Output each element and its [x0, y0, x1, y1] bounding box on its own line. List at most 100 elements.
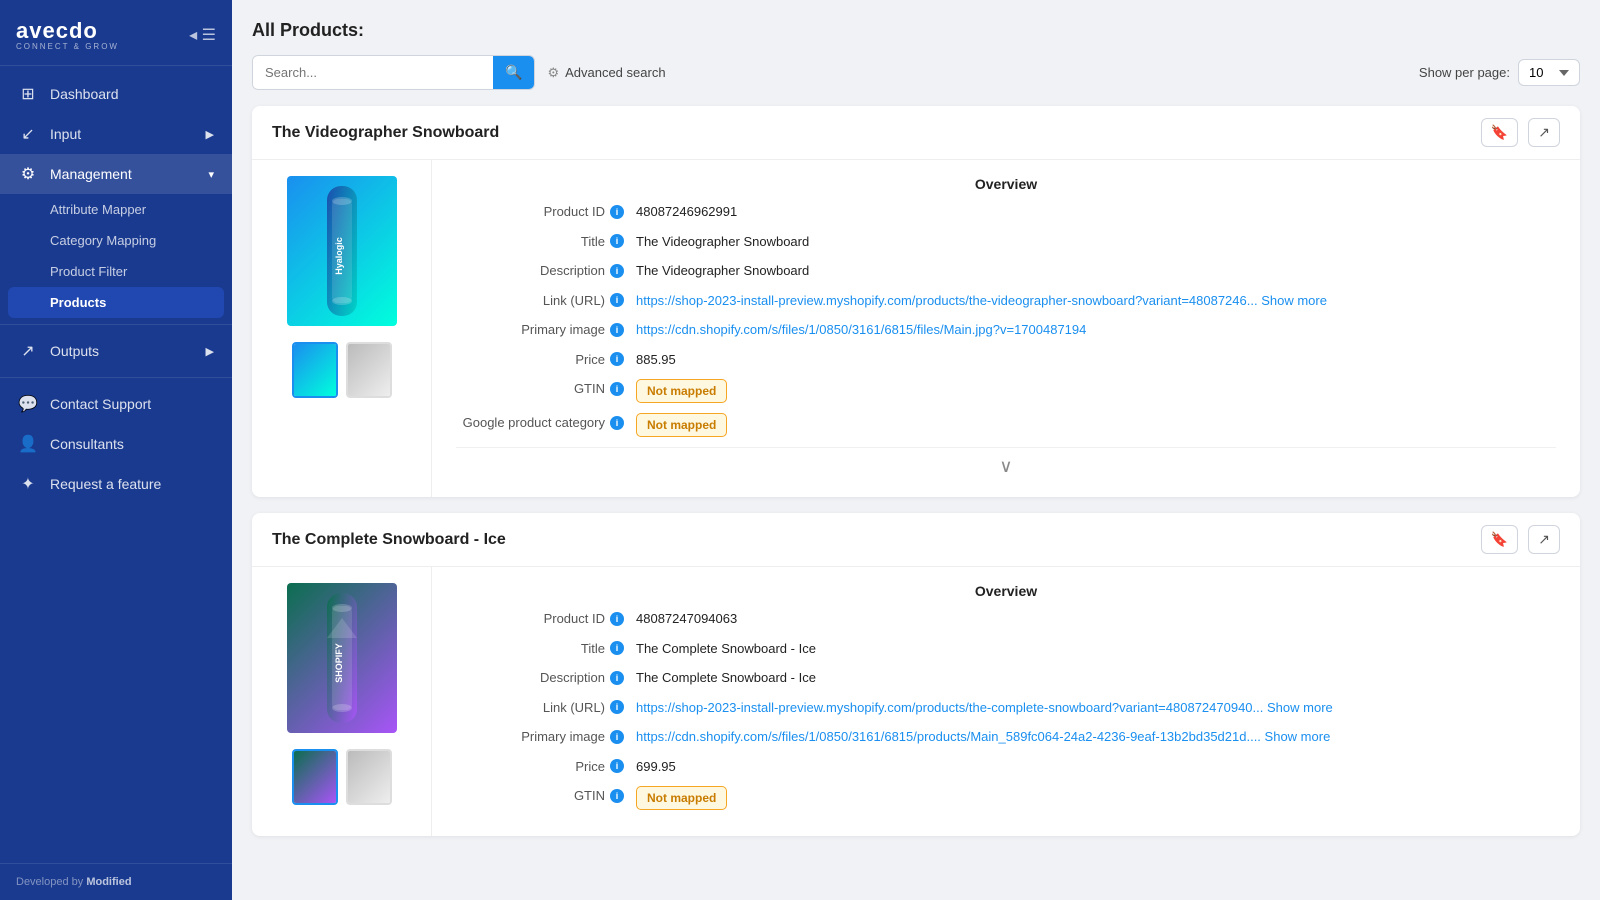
bookmark-button-1[interactable]: 🔖 — [1481, 118, 1518, 147]
info-icon-product-id-2[interactable]: i — [610, 612, 624, 626]
main-content: All Products: 🔍 ⚙ Advanced search Show p… — [232, 0, 1600, 900]
search-wrap: 🔍 — [252, 55, 535, 90]
show-more-link-2[interactable]: Show more — [1267, 700, 1333, 715]
info-icon-description-2[interactable]: i — [610, 671, 624, 685]
field-price-1: Price i 885.95 — [456, 350, 1556, 370]
external-link-icon-2: ↗ — [1538, 531, 1550, 547]
contact-support-icon: 💬 — [18, 394, 38, 414]
sidebar-logo: avecdo CONNECT & GROW ◂ ☰ — [0, 0, 232, 66]
sidebar-item-input[interactable]: ↙ Input ▶ — [0, 114, 232, 154]
sidebar-item-dashboard[interactable]: ⊞ Dashboard — [0, 74, 232, 114]
product-body-1: Hyalogic Overview — [252, 160, 1580, 497]
sidebar-toggle-button[interactable]: ◂ ☰ — [189, 25, 216, 45]
sidebar-item-products[interactable]: Products — [8, 287, 224, 318]
management-icon: ⚙ — [18, 164, 38, 184]
sidebar-sub-label: Attribute Mapper — [50, 202, 146, 217]
field-label-title-2: Title i — [456, 639, 636, 659]
field-value-link-url-1: https://shop-2023-install-preview.myshop… — [636, 291, 1556, 311]
sidebar-item-label: Contact Support — [50, 396, 151, 412]
expand-button-1[interactable]: ∨ — [456, 447, 1556, 481]
filter-icon: ⚙ — [547, 65, 559, 81]
external-link-button-2[interactable]: ↗ — [1528, 525, 1560, 554]
info-icon-title-1[interactable]: i — [610, 234, 624, 248]
field-value-primary-image-1: https://cdn.shopify.com/s/files/1/0850/3… — [636, 320, 1556, 340]
bookmark-button-2[interactable]: 🔖 — [1481, 525, 1518, 554]
info-icon-description-1[interactable]: i — [610, 264, 624, 278]
sidebar-item-request-feature[interactable]: ✦ Request a feature — [0, 464, 232, 504]
field-label-description-1: Description i — [456, 261, 636, 281]
show-more-link-1[interactable]: Show more — [1261, 293, 1327, 308]
card-actions-2: 🔖 ↗ — [1481, 525, 1560, 554]
info-icon-link-2[interactable]: i — [610, 700, 624, 714]
sidebar-item-attribute-mapper[interactable]: Attribute Mapper — [0, 194, 232, 225]
field-label-price-2: Price i — [456, 757, 636, 777]
per-page-select[interactable]: 10 25 50 100 — [1518, 59, 1580, 86]
sidebar-item-product-filter[interactable]: Product Filter — [0, 256, 232, 287]
google-category-badge-1: Not mapped — [636, 413, 727, 437]
field-primary-image-2: Primary image i https://cdn.shopify.com/… — [456, 727, 1556, 747]
product-card-header-2: The Complete Snowboard - Ice 🔖 ↗ — [252, 513, 1580, 567]
sidebar-item-category-mapping[interactable]: Category Mapping — [0, 225, 232, 256]
field-value-link-url-2: https://shop-2023-install-preview.myshop… — [636, 698, 1556, 718]
show-more-image-2[interactable]: Show more — [1265, 729, 1331, 744]
search-input[interactable] — [253, 57, 493, 88]
image-panel-2: SHOPIFY — [252, 567, 432, 836]
field-value-price-1: 885.95 — [636, 350, 1556, 370]
show-per-page: Show per page: 10 25 50 100 — [1419, 59, 1580, 86]
sidebar-footer-modified: Modified — [86, 876, 131, 888]
field-label-product-id-1: Product ID i — [456, 202, 636, 222]
card-actions-1: 🔖 ↗ — [1481, 118, 1560, 147]
field-label-description-2: Description i — [456, 668, 636, 688]
chevron-down-icon-1: ∨ — [999, 456, 1012, 476]
consultants-icon: 👤 — [18, 434, 38, 454]
field-value-title-1: The Videographer Snowboard — [636, 232, 1556, 252]
field-value-product-id-1: 48087246962991 — [636, 202, 1556, 222]
field-description-2: Description i The Complete Snowboard - I… — [456, 668, 1556, 688]
sidebar-item-label: Consultants — [50, 436, 124, 452]
overview-title-1: Overview — [456, 176, 1556, 192]
show-per-page-label: Show per page: — [1419, 65, 1510, 80]
thumb-row-2 — [292, 749, 392, 805]
advanced-search-button[interactable]: ⚙ Advanced search — [547, 65, 665, 81]
external-link-icon: ↗ — [1538, 124, 1550, 140]
sidebar-item-management[interactable]: ⚙ Management ▾ — [0, 154, 232, 194]
field-label-product-id-2: Product ID i — [456, 609, 636, 629]
info-icon-primary-image-2[interactable]: i — [610, 730, 624, 744]
thumbnail-2-2[interactable] — [346, 749, 392, 805]
info-icon-google-cat-1[interactable]: i — [610, 416, 624, 430]
toolbar: 🔍 ⚙ Advanced search Show per page: 10 25… — [252, 55, 1580, 90]
sidebar-item-label: Request a feature — [50, 476, 161, 492]
info-icon-title-2[interactable]: i — [610, 641, 624, 655]
field-title-2: Title i The Complete Snowboard - Ice — [456, 639, 1556, 659]
product-card-1: The Videographer Snowboard 🔖 ↗ — [252, 106, 1580, 497]
management-arrow-icon: ▾ — [208, 168, 214, 181]
primary-image-url-2[interactable]: https://cdn.shopify.com/s/files/1/0850/3… — [636, 729, 1261, 744]
info-icon-price-2[interactable]: i — [610, 759, 624, 773]
field-label-primary-image-2: Primary image i — [456, 727, 636, 747]
snowboard-svg-2: SHOPIFY — [297, 588, 387, 728]
primary-image-url-1[interactable]: https://cdn.shopify.com/s/files/1/0850/3… — [636, 322, 1086, 337]
sidebar-item-contact-support[interactable]: 💬 Contact Support — [0, 384, 232, 424]
product-title-2: The Complete Snowboard - Ice — [272, 531, 506, 549]
info-icon-product-id-1[interactable]: i — [610, 205, 624, 219]
field-value-gtin-2: Not mapped — [636, 786, 1556, 810]
search-button[interactable]: 🔍 — [493, 56, 534, 89]
external-link-button-1[interactable]: ↗ — [1528, 118, 1560, 147]
gtin-badge-2: Not mapped — [636, 786, 727, 810]
sidebar-item-outputs[interactable]: ↗ Outputs ▶ — [0, 331, 232, 371]
logo-text: avecdo — [16, 18, 119, 44]
info-icon-price-1[interactable]: i — [610, 352, 624, 366]
bookmark-icon-2: 🔖 — [1491, 531, 1508, 547]
link-url-text-1[interactable]: https://shop-2023-install-preview.myshop… — [636, 293, 1258, 308]
thumbnail-2-1[interactable] — [292, 749, 338, 805]
info-icon-link-1[interactable]: i — [610, 293, 624, 307]
info-icon-gtin-1[interactable]: i — [610, 382, 624, 396]
thumbnail-1-1[interactable] — [292, 342, 338, 398]
thumbnail-1-2[interactable] — [346, 342, 392, 398]
info-icon-gtin-2[interactable]: i — [610, 789, 624, 803]
field-value-description-2: The Complete Snowboard - Ice — [636, 668, 1556, 688]
sidebar-item-consultants[interactable]: 👤 Consultants — [0, 424, 232, 464]
field-label-google-category-1: Google product category i — [456, 413, 636, 433]
link-url-text-2[interactable]: https://shop-2023-install-preview.myshop… — [636, 700, 1263, 715]
info-icon-primary-image-1[interactable]: i — [610, 323, 624, 337]
